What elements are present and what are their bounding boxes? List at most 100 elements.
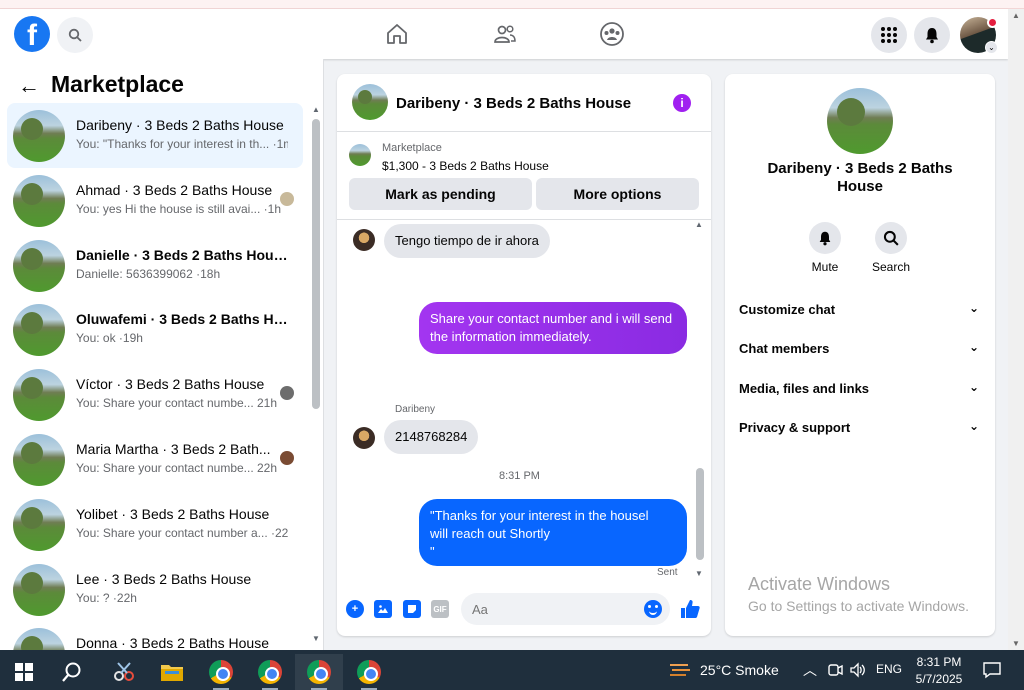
file-explorer-button[interactable]: [148, 654, 196, 690]
conversation-item[interactable]: Maria Martha · 3 Beds 2 Bath... You: Sha…: [7, 427, 303, 492]
back-arrow-icon[interactable]: ←: [18, 73, 40, 99]
chrome-taskbar-button[interactable]: [197, 654, 245, 690]
meet-now-icon[interactable]: [827, 662, 843, 678]
privacy-support-section[interactable]: Privacy & support ⌄: [725, 410, 995, 446]
search-button[interactable]: [875, 222, 907, 254]
account-button[interactable]: ⌄: [960, 17, 998, 54]
conversation-name: Daribeny · 3 Beds 2 Baths House: [76, 117, 284, 133]
windows-taskbar: 25°C Smoke ︿ ENG 8:31 PM 5/7/2025: [0, 650, 1024, 690]
customize-chat-section[interactable]: Customize chat ⌄: [725, 292, 995, 328]
scrollbar-thumb[interactable]: [696, 468, 704, 560]
search-button[interactable]: [57, 17, 93, 53]
weather-icon[interactable]: [668, 660, 692, 680]
chevron-up-icon[interactable]: ︿: [803, 660, 817, 680]
conversation-item[interactable]: Víctor · 3 Beds 2 Baths House You: Share…: [7, 362, 303, 427]
thumbs-up-icon[interactable]: [679, 598, 701, 620]
facebook-logo[interactable]: f: [14, 16, 50, 52]
gif-icon[interactable]: GIF: [431, 600, 449, 618]
chat-members-section[interactable]: Chat members ⌄: [725, 331, 995, 367]
bell-icon: [926, 28, 938, 44]
message-timestamp: 8:31 PM: [499, 470, 540, 482]
conversation-item[interactable]: Donna · 3 Beds 2 Baths House: [7, 621, 303, 650]
section-label: Chat members: [739, 341, 830, 356]
message-line: ": [430, 544, 435, 559]
listing-thumbnail: [13, 628, 65, 650]
incoming-message[interactable]: Tengo tiempo de ir ahora: [384, 224, 550, 258]
conversation-item[interactable]: Daribeny · 3 Beds 2 Baths House You: "Th…: [7, 103, 303, 168]
conversation-item[interactable]: Ahmad · 3 Beds 2 Baths House You: yes Hi…: [7, 168, 303, 233]
mute-action[interactable]: Mute: [795, 222, 855, 274]
search-label: Search: [871, 260, 911, 274]
search-action[interactable]: Search: [861, 222, 921, 274]
chrome-taskbar-button[interactable]: [345, 654, 393, 690]
clock-date: 5/7/2025: [915, 672, 963, 686]
incoming-message[interactable]: 2148768284: [384, 420, 479, 454]
chat-title[interactable]: Daribeny · 3 Beds 2 Baths House: [396, 95, 631, 112]
outgoing-message[interactable]: Share your contact number and i will sen…: [419, 302, 687, 354]
sticker-icon[interactable]: [403, 600, 421, 618]
sender-name: Daribeny: [395, 404, 436, 415]
groups-nav[interactable]: [599, 21, 625, 47]
seen-avatar: [280, 450, 294, 465]
conversation-list: Daribeny · 3 Beds 2 Baths House You: "Th…: [7, 103, 303, 650]
emoji-icon[interactable]: [644, 600, 662, 618]
chat-panel: Daribeny · 3 Beds 2 Baths House i Market…: [337, 74, 711, 636]
clock[interactable]: 8:31 PM 5/7/2025: [908, 654, 970, 688]
weather-text[interactable]: 25°C Smoke: [700, 662, 779, 678]
scroll-up-arrow-icon[interactable]: ▲: [1012, 11, 1020, 20]
page-scrollbar[interactable]: ▲ ▼: [1008, 9, 1024, 650]
scroll-down-arrow-icon[interactable]: ▼: [312, 634, 320, 643]
outgoing-message[interactable]: "Thanks for your interest in the housel …: [419, 499, 687, 566]
image-icon[interactable]: [374, 600, 392, 618]
more-options-button[interactable]: More options: [536, 178, 699, 210]
info-icon[interactable]: i: [673, 94, 691, 112]
chrome-taskbar-button[interactable]: [246, 654, 294, 690]
listing-thumbnail: [13, 174, 65, 227]
listing-bar: Marketplace $1,300 - 3 Beds 2 Baths Hous…: [337, 132, 711, 220]
scroll-down-arrow-icon[interactable]: ▼: [695, 569, 703, 578]
mark-as-pending-button[interactable]: Mark as pending: [349, 178, 532, 210]
sidebar-scrollbar[interactable]: ▲ ▼: [312, 105, 320, 643]
start-button[interactable]: [0, 654, 48, 690]
message-line: will reach out Shortly: [430, 526, 550, 541]
menu-button[interactable]: [871, 17, 907, 53]
scroll-up-arrow-icon[interactable]: ▲: [695, 220, 703, 229]
chevron-down-icon: ⌄: [968, 340, 979, 354]
sender-avatar: [353, 229, 375, 251]
listing-thumbnail: [13, 498, 65, 551]
taskbar-search-button[interactable]: [48, 654, 96, 690]
plus-icon[interactable]: +: [346, 600, 364, 618]
chat-scrollbar[interactable]: ▲ ▼: [695, 220, 705, 578]
chevron-down-icon: ⌄: [968, 419, 979, 433]
snipping-tool-button[interactable]: [100, 654, 148, 690]
clock-time: 8:31 PM: [916, 655, 962, 669]
listing-thumbnail: [13, 110, 65, 162]
media-files-links-section[interactable]: Media, files and links ⌄: [725, 371, 995, 407]
notification-center-icon[interactable]: [982, 661, 1002, 679]
listing-thumbnail: [13, 369, 65, 422]
message-input[interactable]: [461, 593, 670, 625]
speaker-icon[interactable]: [849, 662, 867, 678]
folder-icon: [161, 665, 183, 681]
conversation-item[interactable]: Danielle · 3 Beds 2 Baths House Danielle…: [7, 233, 303, 298]
conversation-item[interactable]: Oluwafemi · 3 Beds 2 Baths Hou... You: o…: [7, 297, 303, 362]
section-label: Privacy & support: [739, 420, 851, 435]
scroll-up-arrow-icon[interactable]: ▲: [312, 105, 320, 114]
chrome-taskbar-button[interactable]: [295, 654, 343, 690]
conversation-item[interactable]: Lee · 3 Beds 2 Baths House You: ? ·22h: [7, 557, 303, 622]
listing-price[interactable]: $1,300 - 3 Beds 2 Baths House: [382, 159, 549, 173]
notifications-button[interactable]: [914, 17, 950, 53]
scrollbar-thumb[interactable]: [312, 119, 320, 409]
friends-nav[interactable]: [492, 21, 518, 47]
windows-logo-icon: [15, 663, 33, 681]
groups-icon: [600, 22, 624, 46]
language-indicator[interactable]: ENG: [876, 662, 902, 676]
conversation-item[interactable]: Yolibet · 3 Beds 2 Baths House You: Shar…: [7, 492, 303, 557]
mute-button[interactable]: [809, 222, 841, 254]
home-nav[interactable]: [384, 21, 410, 47]
conversation-name: Oluwafemi · 3 Beds 2 Baths Hou...: [76, 311, 288, 328]
scroll-down-arrow-icon[interactable]: ▼: [1012, 639, 1020, 648]
scissors-icon: [114, 662, 134, 681]
conversation-name: Víctor · 3 Beds 2 Baths House: [76, 376, 265, 393]
conversation-snippet: You: "Thanks for your interest in th... …: [76, 137, 288, 151]
